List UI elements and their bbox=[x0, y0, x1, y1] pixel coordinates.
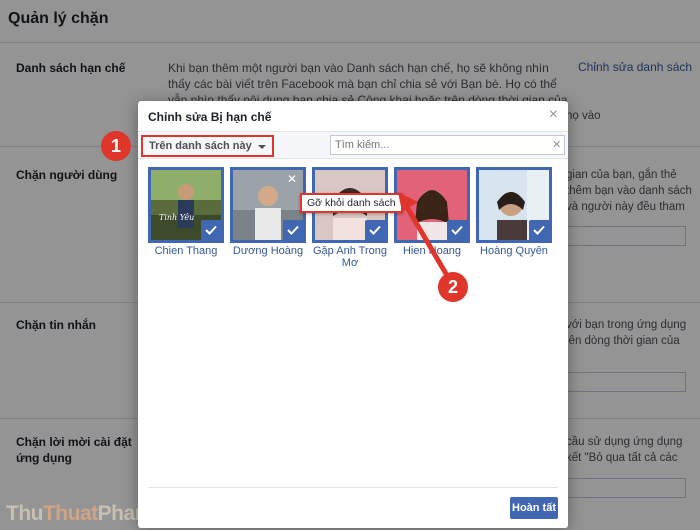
edit-restricted-dialog: Chỉnh sửa Bị hạn chế × Trên danh sách nà… bbox=[138, 101, 568, 528]
dialog-toolbar: Trên danh sách này ✕ bbox=[138, 131, 568, 159]
close-icon[interactable]: × bbox=[549, 106, 558, 124]
clear-search-icon[interactable]: ✕ bbox=[552, 138, 561, 151]
dialog-title: Chỉnh sửa Bị hạn chế bbox=[148, 110, 272, 124]
remove-from-list-tooltip: Gỡ khỏi danh sách bbox=[300, 193, 403, 213]
remove-icon[interactable]: ✕ bbox=[287, 172, 297, 186]
friend-card[interactable]: Hoàng Quyên bbox=[476, 167, 552, 257]
selected-check-icon[interactable] bbox=[283, 220, 303, 240]
selected-check-icon[interactable] bbox=[365, 220, 385, 240]
done-button[interactable]: Hoàn tất bbox=[510, 497, 558, 519]
friend-name[interactable]: Dương Hoàng bbox=[230, 245, 306, 257]
friend-photo[interactable]: ✕ bbox=[230, 167, 306, 243]
step-badge-1: 1 bbox=[101, 131, 131, 161]
friend-card[interactable]: Gặp Anh Trong Mơ bbox=[312, 167, 388, 269]
selected-check-icon[interactable] bbox=[201, 220, 221, 240]
filter-label: Trên danh sách này bbox=[149, 140, 252, 152]
friend-name[interactable]: Chien Thang bbox=[148, 245, 224, 257]
step-badge-2: 2 bbox=[438, 272, 468, 302]
selected-check-icon[interactable] bbox=[529, 220, 549, 240]
friend-card[interactable]: ✕ Dương Hoàng bbox=[230, 167, 306, 257]
list-filter-dropdown[interactable]: Trên danh sách này bbox=[141, 135, 274, 157]
friend-name[interactable]: Gặp Anh Trong Mơ bbox=[312, 245, 388, 269]
friend-photo[interactable]: Tinh Yêu bbox=[148, 167, 224, 243]
caret-down-icon bbox=[257, 145, 266, 149]
friend-photo[interactable] bbox=[476, 167, 552, 243]
friend-name[interactable]: Hoàng Quyên bbox=[476, 245, 552, 257]
search-input[interactable] bbox=[330, 135, 565, 155]
footer-divider bbox=[148, 487, 558, 488]
svg-text:Tinh Yêu: Tinh Yêu bbox=[159, 213, 194, 222]
friend-card[interactable]: Tinh Yêu Chien Thang bbox=[148, 167, 224, 257]
